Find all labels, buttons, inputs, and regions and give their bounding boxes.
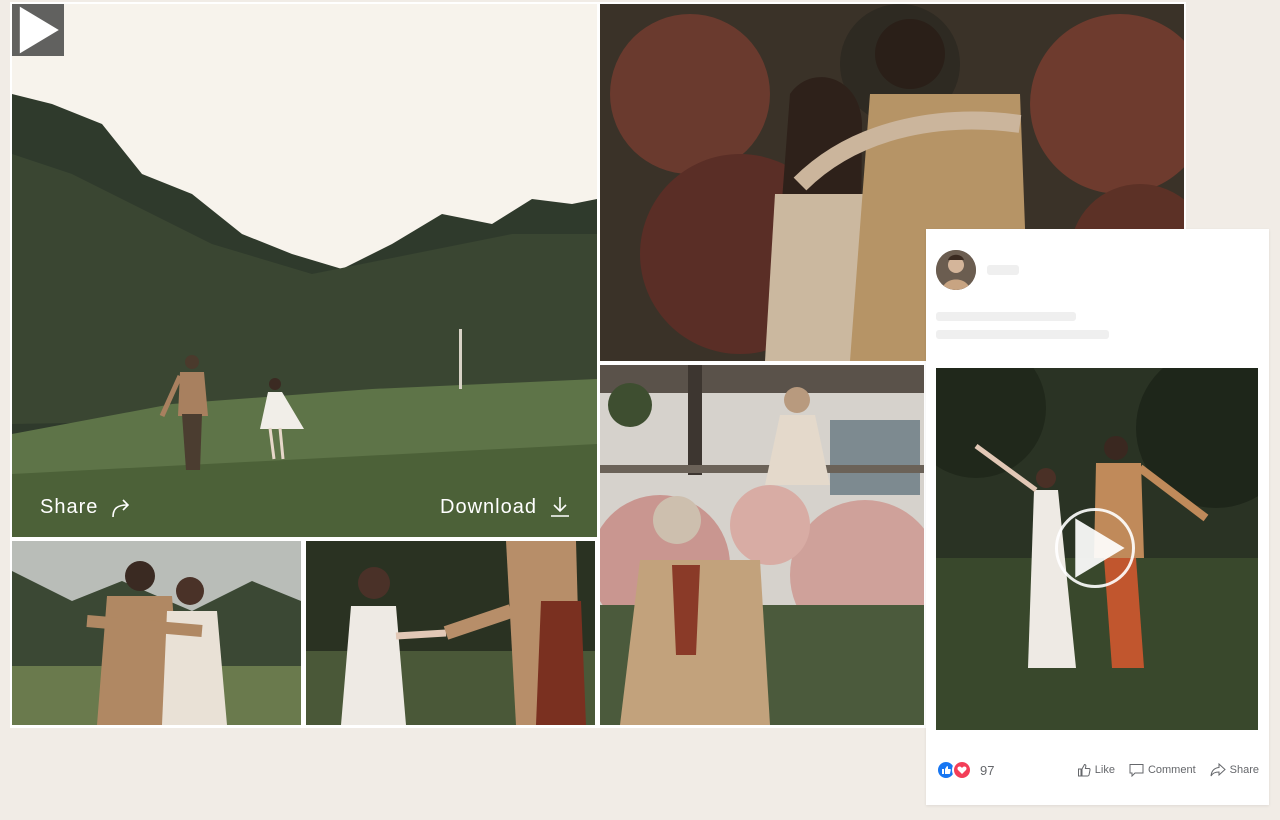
share-button[interactable]: Share: [40, 496, 132, 519]
post-video[interactable]: [936, 368, 1258, 730]
reaction-count: 97: [980, 762, 995, 778]
share-arrow-icon: [112, 498, 130, 517]
share-post-button[interactable]: Share: [1210, 763, 1259, 777]
porch-photo[interactable]: [600, 365, 924, 725]
social-post-card: 97 Like Comment Share: [926, 229, 1269, 805]
download-button[interactable]: Download: [440, 495, 571, 519]
comment-icon: [1129, 764, 1144, 777]
like-label: Like: [1094, 764, 1115, 776]
bride-reaching-image: [306, 541, 595, 725]
share-label: Share: [40, 496, 99, 518]
comment-button[interactable]: Comment: [1129, 763, 1196, 777]
hero-video-tile[interactable]: Share Download: [12, 4, 597, 537]
porch-image: [600, 365, 924, 725]
field-scene-image: [12, 4, 597, 537]
play-circle-icon: [1075, 518, 1125, 578]
avatar[interactable]: [936, 250, 976, 290]
download-icon: [551, 497, 569, 517]
caption-placeholder-line-1: [936, 312, 1076, 321]
comment-label: Comment: [1147, 764, 1196, 776]
post-video-play-button[interactable]: [1055, 508, 1135, 588]
video-play-button[interactable]: [12, 4, 64, 56]
reaction-summary[interactable]: 97: [936, 760, 994, 780]
thumbs-up-icon: [1077, 763, 1091, 777]
post-footer: 97 Like Comment Share: [936, 760, 1259, 780]
download-label: Download: [440, 495, 537, 518]
like-button[interactable]: Like: [1077, 763, 1115, 777]
avatar-image: [936, 250, 976, 290]
play-icon: [19, 6, 59, 54]
bride-reaching-photo[interactable]: [306, 541, 595, 725]
embrace-image: [12, 541, 301, 725]
share-post-label: Share: [1229, 764, 1259, 776]
share-icon: [1210, 763, 1226, 777]
embrace-photo[interactable]: [12, 541, 301, 725]
love-icon: [952, 760, 972, 780]
author-name-placeholder: [987, 265, 1019, 275]
caption-placeholder-line-2: [936, 330, 1109, 339]
post-actions: Like Comment Share: [1077, 763, 1259, 777]
